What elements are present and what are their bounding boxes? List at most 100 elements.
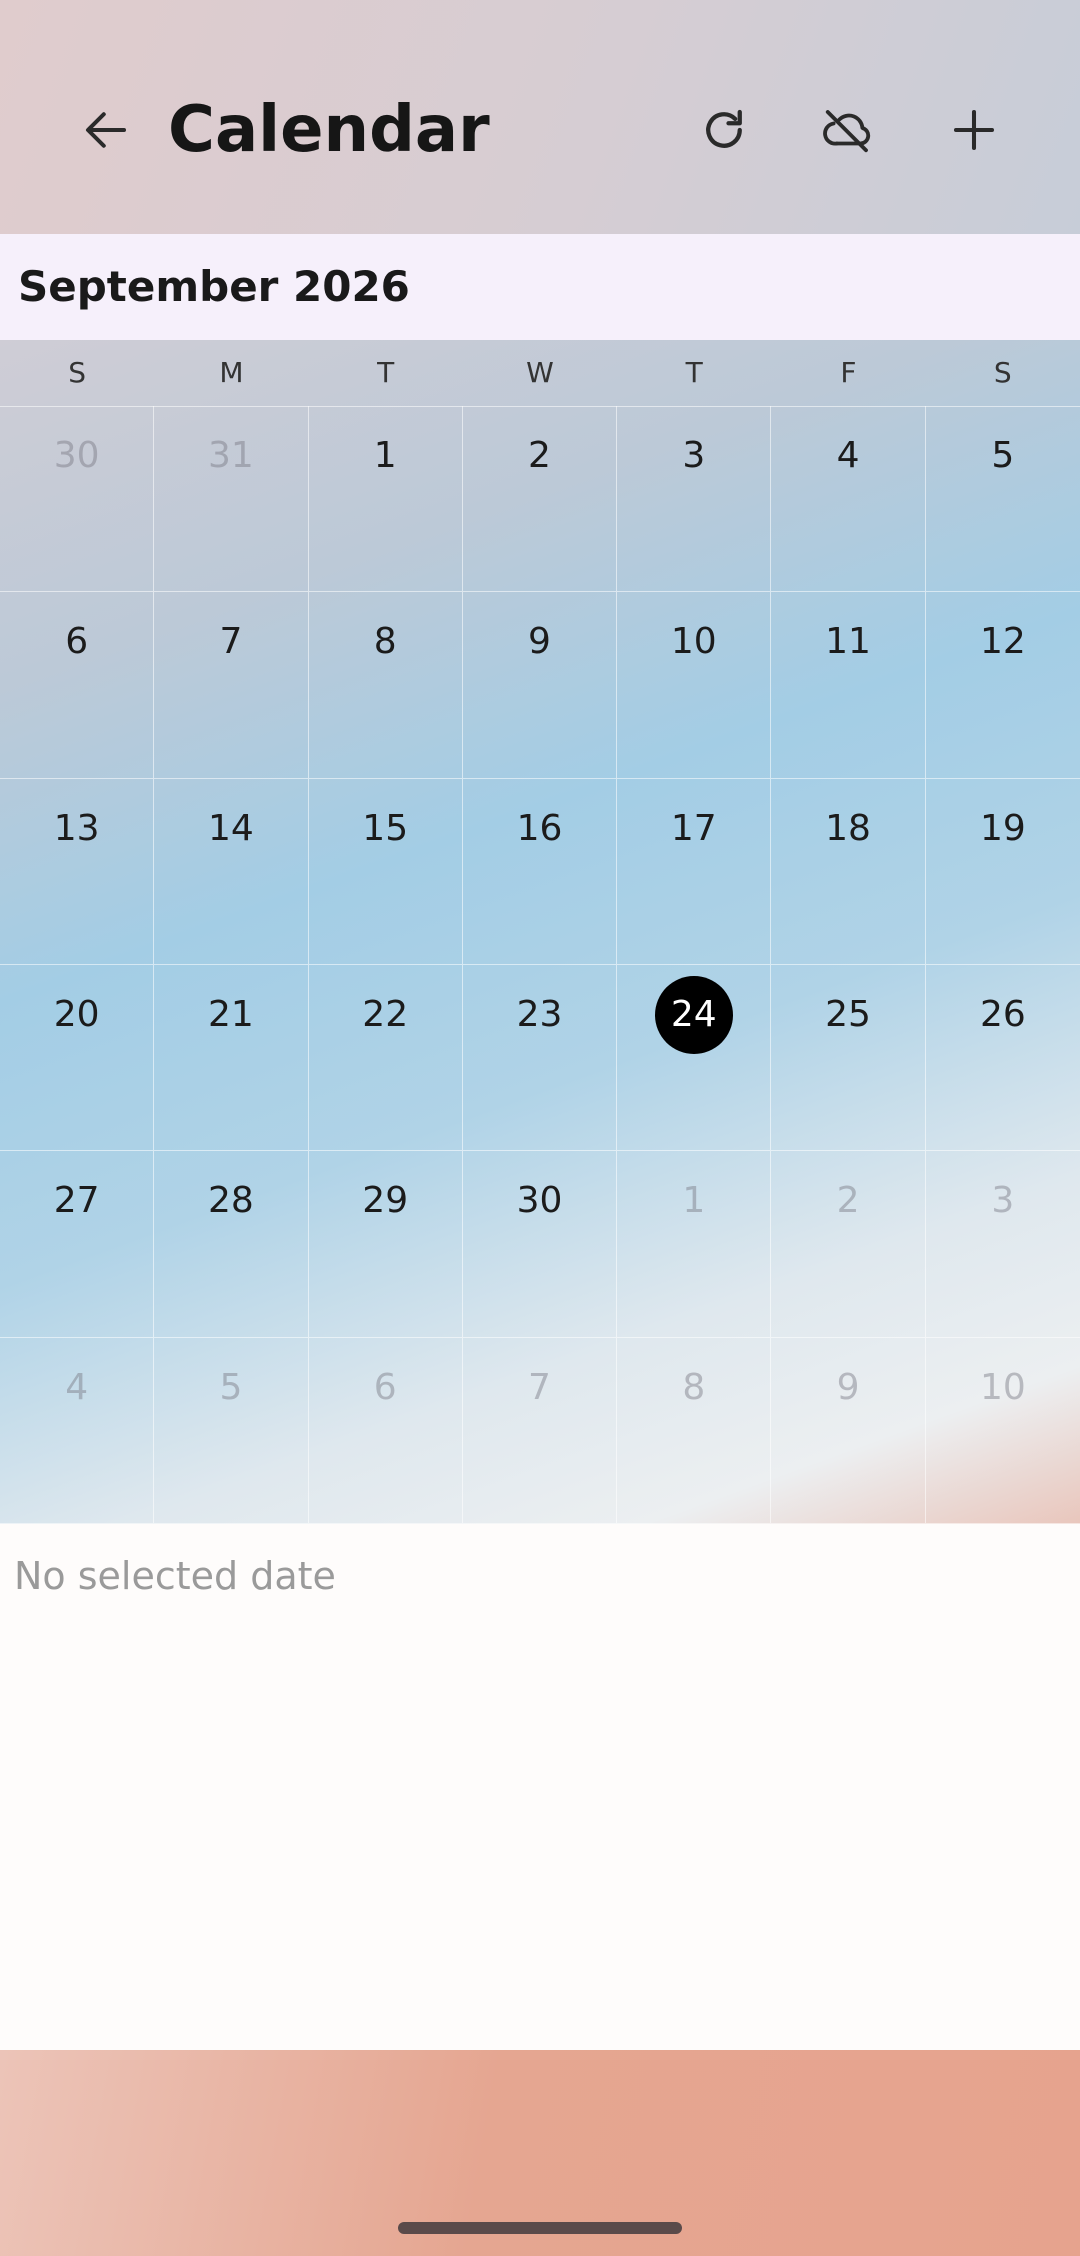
day-number: 20	[53, 993, 100, 1035]
day-number: 9	[528, 621, 551, 663]
day-cell[interactable]: 21	[154, 964, 309, 1152]
day-number: 31	[208, 435, 254, 476]
day-cell[interactable]: 31	[154, 406, 309, 593]
day-cell[interactable]: 5	[925, 406, 1080, 593]
day-number: 2	[836, 1180, 860, 1222]
day-cell[interactable]: 9	[771, 1337, 926, 1524]
day-number: 1	[682, 1180, 706, 1222]
plus-icon	[953, 109, 995, 151]
day-cell[interactable]: 2	[771, 1151, 926, 1338]
day-cell[interactable]: 23	[462, 964, 618, 1152]
day-cell[interactable]: 2	[462, 406, 618, 593]
add-event-button[interactable]	[926, 82, 1022, 178]
home-indicator[interactable]	[398, 2222, 682, 2234]
cloud-sync-toggle[interactable]	[800, 82, 896, 178]
day-number: 25	[825, 993, 871, 1035]
weekday-label: T	[377, 356, 395, 389]
day-cell[interactable]: 11	[771, 592, 926, 779]
day-cell[interactable]: 18	[771, 778, 926, 965]
day-number: 4	[836, 435, 860, 476]
day-number: 16	[516, 807, 563, 849]
day-cell[interactable]: 17	[617, 778, 772, 965]
day-number: 3	[682, 435, 706, 476]
day-number: 13	[53, 807, 100, 849]
weekday-label: T	[685, 356, 703, 389]
system-nav-bar	[0, 2050, 1080, 2256]
weekday-label: S	[993, 356, 1012, 389]
day-cell[interactable]: 16	[462, 778, 618, 965]
day-number: 26	[979, 993, 1026, 1035]
day-cell[interactable]: 1	[617, 1151, 772, 1338]
day-cell[interactable]: 19	[925, 779, 1080, 965]
day-number: 11	[825, 621, 871, 663]
day-number: 21	[208, 993, 254, 1035]
day-number: 6	[65, 621, 89, 663]
day-cell[interactable]: 14	[154, 778, 309, 965]
day-number: 9	[836, 1366, 860, 1408]
day-cell[interactable]: 20	[0, 964, 155, 1152]
day-number: 10	[979, 1366, 1026, 1408]
day-cell[interactable]: 7	[462, 1337, 618, 1524]
day-number: 10	[670, 621, 717, 663]
day-number: 7	[528, 1366, 551, 1408]
day-number: 19	[979, 807, 1026, 849]
day-cell[interactable]: 5	[154, 1337, 309, 1524]
day-number: 5	[991, 435, 1015, 476]
day-cell-selected[interactable]: 24	[617, 964, 772, 1152]
day-cell[interactable]: 22	[308, 964, 463, 1152]
day-cell[interactable]: 25	[771, 964, 926, 1152]
day-cell[interactable]: 7	[154, 592, 309, 779]
day-cell[interactable]: 8	[308, 592, 463, 779]
day-number: 6	[373, 1366, 397, 1408]
day-number: 15	[362, 807, 409, 849]
day-number: 28	[208, 1180, 254, 1222]
app-bar: Calendar	[0, 0, 1080, 234]
day-number: 24	[654, 975, 733, 1054]
weekday-label: M	[219, 356, 244, 389]
day-number: 2	[528, 435, 551, 476]
day-cell[interactable]: 30	[0, 406, 155, 593]
month-header: September 2026	[0, 234, 1080, 340]
day-number: 18	[825, 807, 871, 849]
day-number: 8	[682, 1366, 706, 1408]
day-number: 22	[362, 993, 409, 1035]
day-cell[interactable]: 4	[0, 1337, 155, 1524]
selected-date-panel: No selected date	[0, 1524, 1080, 2050]
page-title: Calendar	[168, 93, 490, 167]
day-number: 12	[979, 621, 1026, 663]
day-cell[interactable]: 9	[462, 592, 618, 779]
day-cell[interactable]: 28	[154, 1151, 309, 1338]
day-grid: 30 31 1 2 3 4 5 6 7 8 9 10 11 12 13 14 15 16 17 18 19 20 21 22 2…	[0, 406, 1080, 1524]
day-cell[interactable]: 12	[925, 592, 1080, 779]
weekday-label: F	[840, 356, 857, 389]
day-cell[interactable]: 8	[617, 1337, 772, 1524]
day-number: 23	[516, 993, 563, 1035]
month-label: September 2026	[18, 262, 410, 311]
arrow-left-icon	[85, 112, 127, 148]
day-cell[interactable]: 30	[462, 1151, 618, 1338]
refresh-icon	[706, 109, 742, 148]
day-number: 7	[219, 621, 243, 663]
day-cell[interactable]: 3	[617, 406, 772, 593]
day-cell[interactable]: 10	[617, 592, 772, 779]
day-cell[interactable]: 15	[308, 778, 463, 965]
day-number: 29	[362, 1180, 409, 1222]
back-button[interactable]	[58, 82, 154, 178]
cloud-off-icon	[823, 110, 871, 153]
day-cell[interactable]: 6	[0, 592, 155, 779]
day-cell[interactable]: 26	[925, 965, 1080, 1152]
refresh-button[interactable]	[676, 82, 772, 178]
weekday-row: S M T W T F S	[0, 340, 1080, 407]
day-cell[interactable]: 27	[0, 1151, 155, 1338]
day-cell[interactable]: 4	[771, 406, 926, 593]
day-cell[interactable]: 6	[308, 1337, 463, 1524]
day-number: 30	[516, 1180, 563, 1222]
day-cell[interactable]: 1	[308, 406, 463, 593]
day-number: 4	[65, 1366, 89, 1408]
day-cell[interactable]: 13	[0, 778, 155, 965]
day-number: 27	[53, 1180, 100, 1222]
day-cell[interactable]: 3	[925, 1151, 1080, 1338]
day-cell[interactable]: 29	[308, 1151, 463, 1338]
day-cell[interactable]: 10	[925, 1338, 1080, 1524]
day-number: 30	[53, 435, 100, 476]
